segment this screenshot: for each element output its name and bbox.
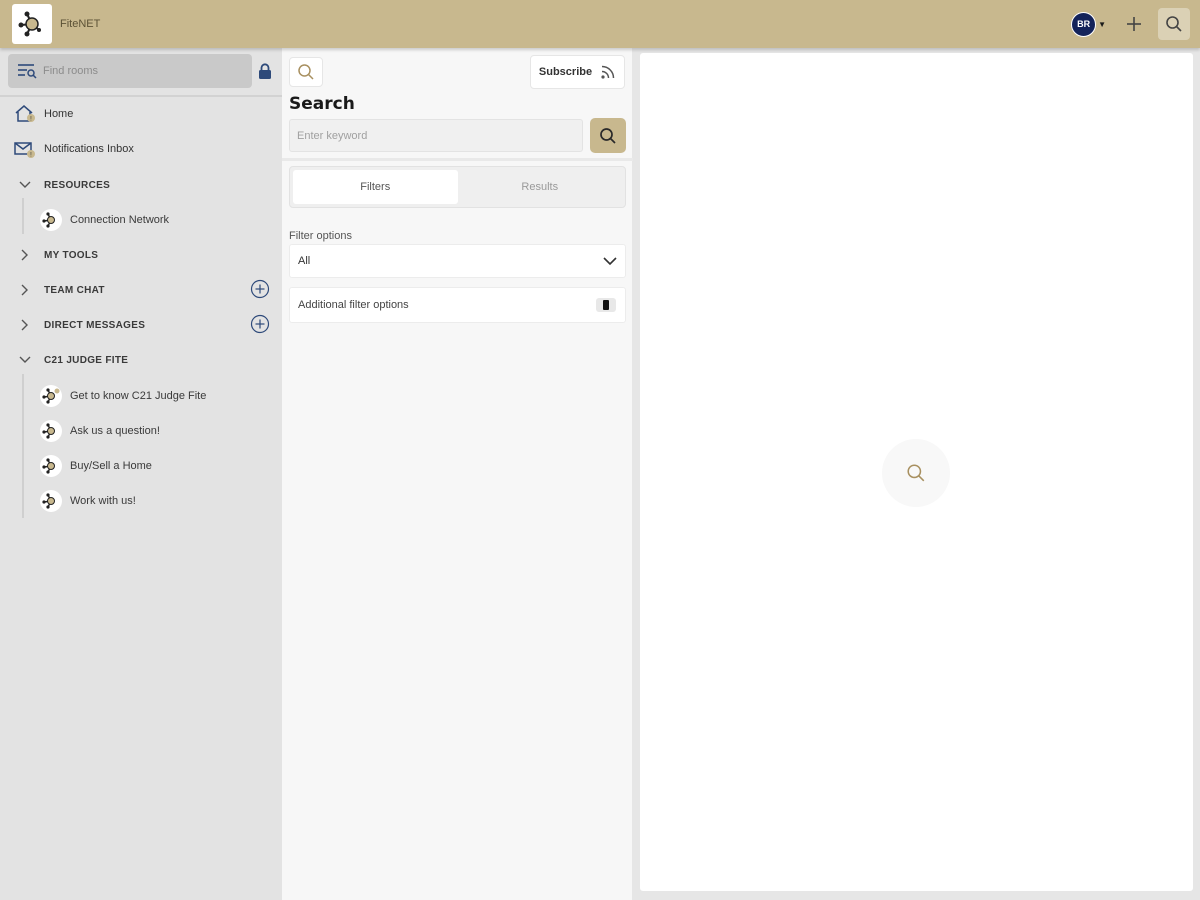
filter-options-select[interactable]: All <box>289 244 626 278</box>
plus-icon <box>1127 17 1141 31</box>
top-bar: FiteNET BR ▼ <box>0 0 1200 48</box>
tab-filters[interactable]: Filters <box>293 170 458 204</box>
chevron-right-icon <box>18 319 32 331</box>
subscribe-button[interactable]: Subscribe <box>530 55 625 89</box>
main-content <box>640 53 1193 891</box>
keyword-input[interactable] <box>289 119 583 152</box>
room-item[interactable]: Work with us! <box>40 489 136 513</box>
subscribe-label: Subscribe <box>538 66 593 78</box>
additional-filter-label: Additional filter options <box>298 299 409 311</box>
tab-results[interactable]: Results <box>458 170 623 204</box>
user-menu[interactable]: BR ▼ <box>1071 11 1106 37</box>
search-icon <box>600 127 616 144</box>
sidebar-divider <box>0 95 282 97</box>
divider <box>282 158 633 161</box>
section-label: DIRECT MESSAGES <box>44 319 146 331</box>
app-name: FiteNET <box>60 18 101 30</box>
chevron-right-icon <box>18 284 32 296</box>
room-item[interactable]: Connection Network <box>40 208 169 232</box>
section-label: RESOURCES <box>44 179 111 191</box>
filter-options-label: Filter options <box>289 230 352 242</box>
section-label: TEAM CHAT <box>44 284 105 296</box>
filter-list-search-icon <box>18 64 37 79</box>
section-direct-messages[interactable]: DIRECT MESSAGES <box>18 314 145 336</box>
search-icon <box>298 64 314 80</box>
additional-filter-toggle[interactable] <box>596 298 616 312</box>
section-c21-judge-fite[interactable]: C21 JUDGE FITE <box>18 349 128 371</box>
network-room-icon <box>40 420 62 442</box>
avatar: BR <box>1071 11 1097 37</box>
page-title: Search <box>289 94 355 114</box>
section-resources[interactable]: RESOURCES <box>18 174 110 196</box>
tree-line <box>22 198 24 234</box>
envelope-icon: ! <box>14 142 35 159</box>
section-my-tools[interactable]: MY TOOLS <box>18 244 98 266</box>
room-label: Ask us a question! <box>70 425 160 437</box>
sidebar-item-notifications-inbox[interactable]: ! Notifications Inbox <box>14 137 134 161</box>
find-rooms-input[interactable] <box>43 65 243 77</box>
tree-line <box>22 374 24 518</box>
room-item[interactable]: Buy/Sell a Home <box>40 454 152 478</box>
network-logo-icon <box>18 11 41 37</box>
room-label: Connection Network <box>70 214 170 226</box>
add-team-chat-icon[interactable] <box>250 279 270 299</box>
search-panel-toggle-button[interactable] <box>289 57 323 87</box>
sidebar: ! Home ! Notifications Inbox RESOURCES C… <box>0 48 282 900</box>
section-label: C21 JUDGE FITE <box>44 354 129 366</box>
chevron-right-icon <box>18 249 32 261</box>
home-icon: ! <box>15 105 35 123</box>
room-label: Get to know C21 Judge Fite <box>70 390 207 402</box>
section-team-chat[interactable]: TEAM CHAT <box>18 279 105 301</box>
room-item[interactable]: Ask us a question! <box>40 419 160 443</box>
tab-bar: Filters Results <box>289 166 626 208</box>
sidebar-item-home[interactable]: ! Home <box>14 102 73 126</box>
network-room-icon <box>40 385 62 407</box>
room-label: Work with us! <box>70 495 136 507</box>
chevron-down-icon <box>603 256 617 265</box>
rss-icon <box>601 65 615 79</box>
find-rooms-box <box>8 54 252 88</box>
lock-icon[interactable] <box>258 62 272 80</box>
caret-down-icon: ▼ <box>1098 19 1106 29</box>
chevron-down-icon <box>18 356 32 364</box>
network-room-icon <box>40 490 62 512</box>
room-label: Buy/Sell a Home <box>70 460 152 472</box>
search-icon <box>907 464 925 482</box>
room-item[interactable]: Get to know C21 Judge Fite <box>40 384 206 408</box>
global-search-button[interactable] <box>1158 8 1190 40</box>
chevron-down-icon <box>18 181 32 189</box>
filter-options-value: All <box>298 255 311 267</box>
section-label: MY TOOLS <box>44 249 99 261</box>
add-button[interactable] <box>1118 8 1150 40</box>
toggle-knob <box>603 300 609 310</box>
submit-search-button[interactable] <box>590 118 626 153</box>
add-direct-message-icon[interactable] <box>250 314 270 334</box>
search-panel: Subscribe Search Filters Results Filter … <box>282 48 633 900</box>
empty-state <box>882 439 950 507</box>
network-room-icon <box>40 455 62 477</box>
sidebar-item-label: Home <box>44 108 74 120</box>
app-logo[interactable] <box>12 4 52 44</box>
search-icon <box>1166 16 1182 32</box>
additional-filter-options[interactable]: Additional filter options <box>289 287 626 323</box>
network-room-icon <box>40 209 62 231</box>
sidebar-item-label: Notifications Inbox <box>44 143 134 155</box>
